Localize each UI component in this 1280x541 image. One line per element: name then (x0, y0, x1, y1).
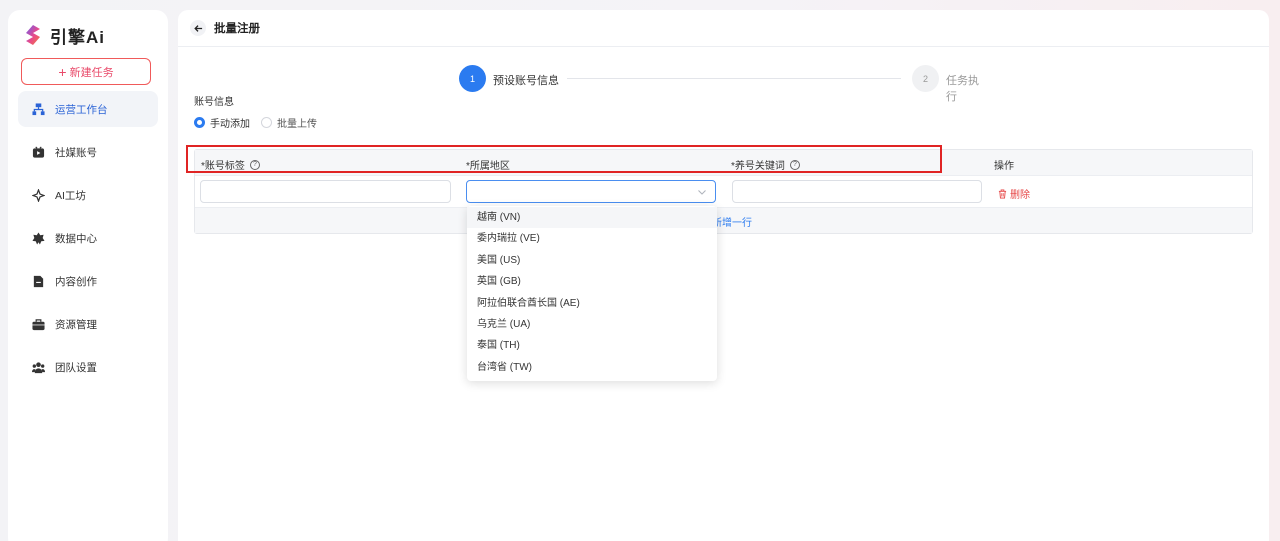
new-task-label: 新建任务 (69, 66, 114, 79)
table-row: 删除 (195, 176, 1252, 208)
delete-label: 删除 (1010, 190, 1030, 201)
sidebar-item-ai-workshop[interactable]: AI工坊 (18, 177, 158, 213)
header-label: *账号标签 (201, 161, 245, 172)
header-keywords: *养号关键词 ? (731, 157, 800, 172)
region-option[interactable]: 英国 (GB) (467, 271, 717, 292)
sidebar-item-label: 团队设置 (55, 361, 97, 374)
trash-icon (998, 189, 1007, 198)
chevron-down-icon (698, 190, 706, 195)
sidebar: 引擎Ai + 新建任务 运营工作台 社媒账号 AI工坊 数据中心 内容创作 资源… (8, 10, 168, 541)
section-label: 账号信息 (194, 97, 234, 108)
region-option[interactable]: 委内瑞拉 (VE) (467, 228, 717, 249)
document-icon (32, 275, 45, 288)
header-region: *所属地区 (466, 157, 510, 172)
radio-batch-upload[interactable]: 批量上传 (261, 115, 317, 130)
radio-checked-icon (194, 117, 205, 128)
header-label: *所属地区 (466, 161, 510, 172)
main-panel: 批量注册 1 预设账号信息 2 任务执行 账号信息 手动添加 批量上传 *账号标… (178, 10, 1269, 541)
add-mode-radio-group: 手动添加 批量上传 (194, 115, 328, 130)
delete-row-button[interactable]: 删除 (998, 186, 1030, 201)
sidebar-item-label: 数据中心 (55, 232, 97, 245)
header-label: 操作 (994, 161, 1014, 172)
step-indicator: 1 预设账号信息 2 任务执行 (459, 65, 989, 103)
sidebar-item-team-settings[interactable]: 团队设置 (18, 349, 158, 385)
brand-name: 引擎Ai (50, 27, 105, 47)
region-option[interactable]: 越南 (VN) (467, 207, 717, 229)
arrow-left-icon (193, 24, 202, 32)
header-actions: 操作 (994, 157, 1014, 172)
sidebar-item-label: AI工坊 (55, 189, 86, 202)
step-1-label: 预设账号信息 (493, 75, 559, 87)
back-button[interactable] (190, 20, 206, 36)
help-icon[interactable]: ? (249, 159, 260, 170)
keywords-input[interactable] (732, 180, 982, 203)
radio-unchecked-icon (261, 117, 272, 128)
brand-logo[interactable]: 引擎Ai (24, 22, 105, 48)
region-dropdown-menu: 越南 (VN) 委内瑞拉 (VE) 美国 (US) 英国 (GB) 阿拉伯联合酋… (467, 206, 717, 381)
add-row-button[interactable]: 新增一行 (712, 214, 752, 229)
table-header: *账号标签 ? *所属地区 *养号关键词 ? 操作 (195, 150, 1252, 176)
briefcase-icon (32, 318, 45, 331)
add-row-bar[interactable]: 新增一行 (195, 208, 1252, 233)
ai-sparkle-icon (32, 188, 45, 202)
step-2-label: 任务执行 (946, 75, 979, 103)
sidebar-item-label: 内容创作 (55, 275, 97, 288)
help-icon[interactable]: ? (789, 159, 800, 170)
sidebar-item-data-center[interactable]: 数据中心 (18, 220, 158, 256)
plus-icon: + (58, 63, 67, 80)
region-option[interactable]: 阿拉伯联合酋长国 (AE) (467, 293, 717, 314)
sidebar-item-workbench[interactable]: 运营工作台 (18, 91, 158, 127)
sidebar-item-content-creation[interactable]: 内容创作 (18, 263, 158, 299)
radio-label: 手动添加 (210, 119, 250, 130)
sitemap-icon (32, 102, 45, 116)
accounts-table: *账号标签 ? *所属地区 *养号关键词 ? 操作 删除 新增一行 (194, 149, 1253, 234)
region-option[interactable]: 泰国 (TH) (467, 335, 717, 356)
sidebar-item-label: 社媒账号 (55, 146, 97, 159)
sidebar-nav: 运营工作台 社媒账号 AI工坊 数据中心 内容创作 资源管理 团队设置 (18, 91, 158, 392)
region-option[interactable]: 乌克兰 (UA) (467, 314, 717, 335)
page-header: 批量注册 (178, 10, 1269, 47)
region-select[interactable] (466, 180, 716, 203)
team-icon (32, 361, 45, 374)
sidebar-item-resource-management[interactable]: 资源管理 (18, 306, 158, 342)
sidebar-item-label: 资源管理 (55, 318, 97, 331)
video-account-icon (32, 146, 45, 159)
new-task-button[interactable]: + 新建任务 (21, 58, 151, 85)
page-title: 批量注册 (214, 23, 260, 35)
step-connector (567, 78, 901, 79)
radio-label: 批量上传 (277, 119, 317, 130)
sidebar-item-social-accounts[interactable]: 社媒账号 (18, 134, 158, 170)
region-option[interactable]: 美国 (US) (467, 250, 717, 271)
region-option[interactable]: 台湾省 (TW) (467, 357, 717, 378)
step-2-circle[interactable]: 2 (912, 65, 939, 92)
sidebar-item-label: 运营工作台 (55, 103, 108, 116)
header-account-tag: *账号标签 ? (201, 157, 260, 172)
radio-manual-add[interactable]: 手动添加 (194, 115, 250, 130)
account-tag-input[interactable] (200, 180, 451, 203)
star-badge-icon (32, 231, 45, 245)
step-1-circle[interactable]: 1 (459, 65, 486, 92)
brand-logo-icon (24, 24, 42, 46)
header-label: *养号关键词 (731, 161, 785, 172)
